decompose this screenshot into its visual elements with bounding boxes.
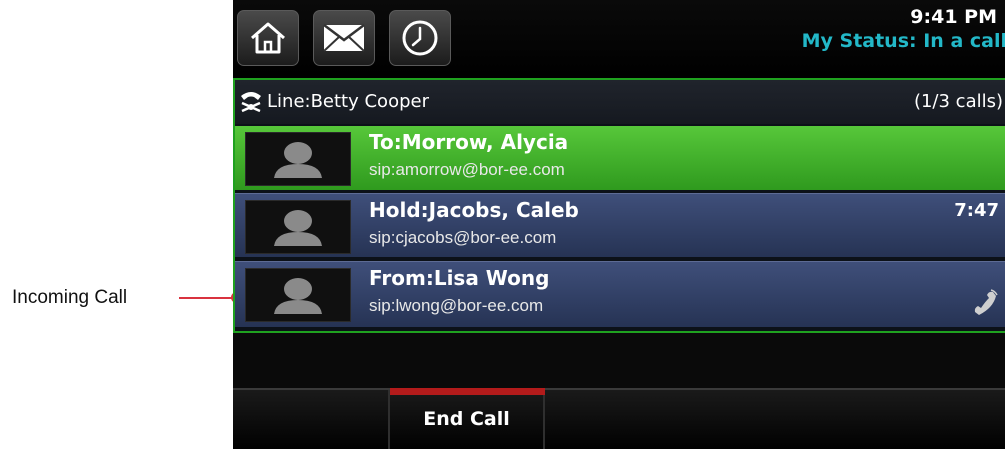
my-status[interactable]: My Status: In a call [802, 30, 1005, 52]
call-timer: 7:47 [954, 200, 999, 221]
call-count: (1/3 calls) [913, 91, 1003, 112]
call-sip-address: sip:lwong@bor-ee.com [369, 296, 544, 315]
top-bar: 9:41 PM My Status: In a call [233, 0, 1005, 76]
home-icon [251, 22, 285, 54]
end-call-button[interactable]: End Call [390, 388, 545, 449]
handset-icon [974, 289, 998, 315]
contact-avatar [245, 268, 351, 322]
end-call-label: End Call [423, 408, 510, 430]
home-button[interactable] [237, 10, 299, 66]
call-row-hold[interactable]: Hold:Jacobs, Caleb sip:cjacobs@bor-ee.co… [235, 193, 1005, 257]
person-icon [274, 210, 322, 246]
person-icon [274, 278, 322, 314]
end-call-accent [390, 388, 545, 395]
contact-avatar [245, 200, 351, 254]
call-name: Hold:Jacobs, Caleb [369, 198, 579, 222]
call-name: To:Morrow, Alycia [369, 130, 569, 154]
call-name: From:Lisa Wong [369, 266, 550, 290]
callout-pointer-line [179, 297, 237, 299]
recent-calls-button[interactable] [389, 10, 451, 66]
softkey-1-empty [233, 390, 390, 449]
line-label: Line:Betty Cooper [267, 91, 429, 112]
person-icon [274, 142, 322, 178]
call-sip-address: sip:amorrow@bor-ee.com [369, 160, 565, 179]
contact-avatar [245, 132, 351, 186]
call-row-active[interactable]: To:Morrow, Alycia sip:amorrow@bor-ee.com [235, 126, 1005, 190]
empty-area [233, 333, 1005, 391]
call-sip-address: sip:cjacobs@bor-ee.com [369, 228, 557, 247]
calls-list: Line:Betty Cooper (1/3 calls) To:Morrow,… [233, 78, 1005, 333]
clock-time: 9:41 PM [910, 6, 997, 28]
softkey-bar: End Call [233, 388, 1005, 449]
line-icon [241, 92, 261, 113]
line-header: Line:Betty Cooper (1/3 calls) [235, 80, 1005, 124]
mail-icon [323, 24, 365, 52]
phone-screen: 9:41 PM My Status: In a call Line:Betty … [233, 0, 1005, 449]
clock-icon [402, 20, 438, 56]
call-row-incoming[interactable]: From:Lisa Wong sip:lwong@bor-ee.com [235, 261, 1005, 327]
messages-button[interactable] [313, 10, 375, 66]
incoming-call-callout-label: Incoming Call [12, 287, 128, 308]
